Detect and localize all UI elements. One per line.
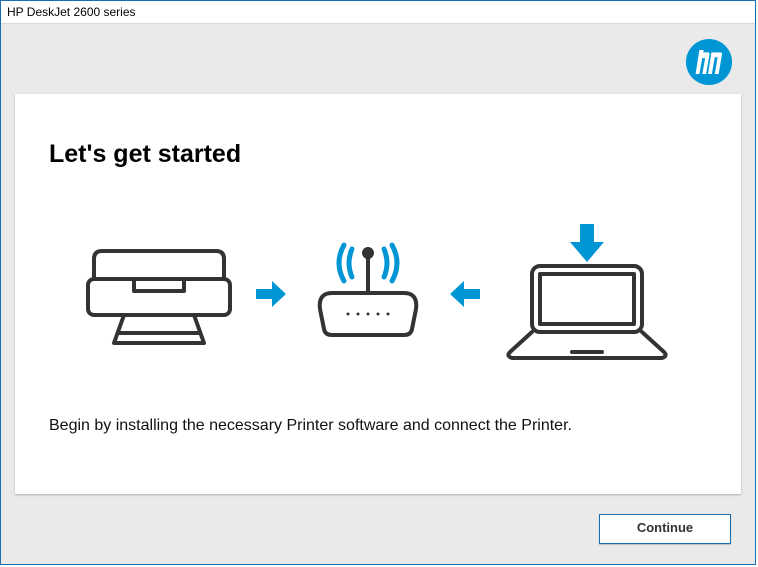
hp-logo-icon <box>685 38 733 91</box>
content-card: Let's get started <box>15 94 741 494</box>
button-row: Continue <box>599 514 731 544</box>
window-titlebar: HP DeskJet 2600 series <box>1 1 755 24</box>
arrow-left-icon <box>450 281 480 312</box>
setup-illustration <box>49 224 707 369</box>
installer-window: HP DeskJet 2600 series Let's get started <box>0 0 756 565</box>
instruction-text: Begin by installing the necessary Printe… <box>49 415 609 437</box>
laptop-icon <box>502 224 672 369</box>
continue-button[interactable]: Continue <box>599 514 731 544</box>
window-title: HP DeskJet 2600 series <box>7 5 136 19</box>
page-heading: Let's get started <box>49 140 707 169</box>
client-area: Let's get started <box>1 24 755 564</box>
printer-icon <box>84 239 234 354</box>
arrow-right-icon <box>256 281 286 312</box>
wifi-router-icon <box>308 239 428 354</box>
